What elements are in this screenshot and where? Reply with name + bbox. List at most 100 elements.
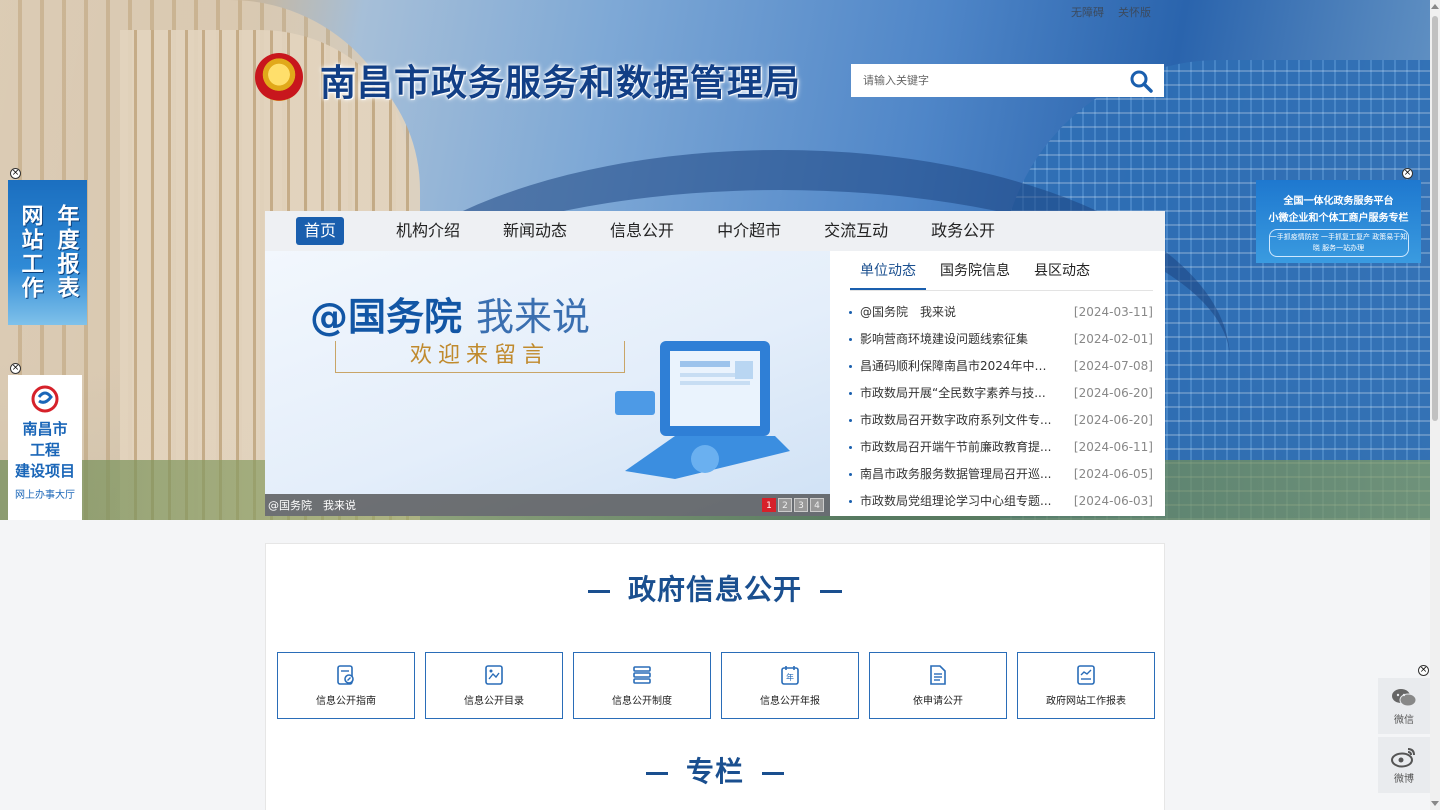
tab-unit-news[interactable]: 单位动态 bbox=[850, 251, 926, 290]
news-item[interactable]: 市政数局召开数字政府系列文件专... [2024-06-20] bbox=[848, 407, 1153, 434]
section-title-gov-info-text: 政府信息公开 bbox=[627, 573, 802, 606]
news-item-date: [2024-06-11] bbox=[1073, 440, 1153, 454]
care-version-link[interactable]: 关怀版 bbox=[1118, 4, 1151, 20]
banner-page-2[interactable]: 2 bbox=[778, 498, 792, 512]
page-scrollbar[interactable] bbox=[1430, 0, 1440, 810]
card-label: 信息公开年报 bbox=[760, 696, 820, 707]
accessible-link[interactable]: 无障碍 bbox=[1071, 4, 1104, 20]
section-title-gov-info: 政府信息公开 bbox=[266, 568, 1164, 608]
news-item-date: [2024-07-08] bbox=[1073, 359, 1153, 373]
banner-title-light: 我来说 bbox=[476, 295, 591, 339]
banner-slider[interactable]: @国务院 我来说 欢迎来留言 @国务院 我来说 1 2 3 4 bbox=[265, 251, 830, 516]
news-item-date: [2024-06-03] bbox=[1073, 494, 1153, 508]
banner-page-4[interactable]: 4 bbox=[810, 498, 824, 512]
tab-state-council[interactable]: 国务院信息 bbox=[930, 251, 1020, 290]
annual-ad-col1: 网站工作 bbox=[17, 204, 43, 300]
scrollbar-thumb[interactable] bbox=[1432, 16, 1438, 421]
card-label: 依申请公开 bbox=[913, 696, 963, 707]
scroll-up-icon[interactable] bbox=[1431, 4, 1439, 9]
search-box bbox=[851, 64, 1164, 97]
annual-ad-col2: 年度报表 bbox=[53, 204, 79, 300]
weibo-button[interactable]: 微博 bbox=[1378, 737, 1430, 793]
card-label: 信息公开指南 bbox=[316, 696, 376, 707]
project-ad-line3: 建设项目 bbox=[14, 462, 75, 480]
title-dash-left bbox=[645, 771, 668, 775]
news-item-title: 昌通码顺利保障南昌市2024年中考... bbox=[848, 353, 1053, 380]
news-tabs: 单位动态 国务院信息 县区动态 bbox=[850, 251, 1153, 291]
banner-page-1[interactable]: 1 bbox=[762, 498, 776, 512]
card-label: 信息公开制度 bbox=[612, 696, 672, 707]
nav-item-interaction[interactable]: 交流互动 bbox=[824, 217, 888, 245]
nav-item-about[interactable]: 机构介绍 bbox=[396, 217, 460, 245]
news-item-title: 影响营商环境建设问题线索征集 bbox=[848, 326, 1053, 353]
scroll-down-icon[interactable] bbox=[1431, 801, 1439, 806]
title-dash-right bbox=[762, 771, 784, 775]
info-cards: 信息公开指南 信息公开目录 信息公开制度 年 信息公开年报 依申请公开 政府网站… bbox=[277, 652, 1155, 719]
banner-title: @国务院 我来说 bbox=[310, 286, 590, 341]
project-logo-icon bbox=[31, 385, 59, 413]
banner-caption-bar: @国务院 我来说 1 2 3 4 bbox=[265, 494, 830, 516]
banner-caption[interactable]: @国务院 我来说 bbox=[268, 497, 356, 513]
wechat-label: 微信 bbox=[1394, 714, 1414, 726]
news-item-title: @国务院 我来说 bbox=[848, 299, 1053, 326]
title-dash-right bbox=[820, 589, 842, 593]
news-item[interactable]: 南昌市政务服务数据管理局召开巡... [2024-06-05] bbox=[848, 461, 1153, 488]
news-item-date: [2024-02-01] bbox=[1073, 332, 1153, 346]
section-title-special-text: 专栏 bbox=[685, 755, 744, 788]
news-item-date: [2024-06-05] bbox=[1073, 467, 1153, 481]
news-item[interactable]: 市政数局召开端午节前廉政教育提... [2024-06-11] bbox=[848, 434, 1153, 461]
news-item[interactable]: 影响营商环境建设问题线索征集 [2024-02-01] bbox=[848, 326, 1153, 353]
news-item[interactable]: 市政数局开展“全民数字素养与技... [2024-06-20] bbox=[848, 380, 1153, 407]
close-right-ad-icon[interactable]: × bbox=[1402, 168, 1413, 179]
nav-item-info-disclosure[interactable]: 信息公开 bbox=[610, 217, 674, 245]
guide-icon bbox=[337, 665, 354, 685]
main-nav: 首页 机构介绍 新闻动态 信息公开 中介超市 交流互动 政务公开 bbox=[265, 211, 1165, 251]
banner-title-main: @国务院 bbox=[310, 295, 463, 339]
right-ad-line1: 全国一体化政务服务平台 bbox=[1283, 196, 1394, 207]
nav-item-home[interactable]: 首页 bbox=[296, 217, 345, 245]
right-ad-line2: 小微企业和个体工商户服务专栏 bbox=[1268, 213, 1409, 224]
wechat-button[interactable]: 微信 bbox=[1378, 678, 1430, 734]
news-item[interactable]: 昌通码顺利保障南昌市2024年中考... [2024-07-08] bbox=[848, 353, 1153, 380]
news-item[interactable]: 市政数局党组理论学习中心组专题... [2024-06-03] bbox=[848, 488, 1153, 515]
banner-page-3[interactable]: 3 bbox=[794, 498, 808, 512]
laptop-illustration-icon bbox=[615, 341, 790, 479]
nav-item-news[interactable]: 新闻动态 bbox=[503, 217, 567, 245]
news-list: @国务院 我来说 [2024-03-11] 影响营商环境建设问题线索征集 [2024… bbox=[830, 291, 1165, 515]
weibo-label: 微博 bbox=[1394, 773, 1414, 785]
card-website-report[interactable]: 政府网站工作报表 bbox=[1017, 652, 1155, 719]
content-section: 政府信息公开 信息公开指南 信息公开目录 信息公开制度 年 信息公开年报 依申请… bbox=[265, 543, 1165, 810]
news-panel: 单位动态 国务院信息 县区动态 @国务院 我来说 [2024-03-11] 影响营… bbox=[830, 251, 1165, 516]
close-annual-ad-icon[interactable]: × bbox=[10, 168, 21, 179]
annual-report-ad[interactable]: 网站工作 年度报表 bbox=[8, 180, 87, 325]
card-application-disclosure[interactable]: 依申请公开 bbox=[869, 652, 1007, 719]
right-ad-line3: 一手抓疫情防控 一手抓复工复产 政策易于知晓 服务一站办理 bbox=[1268, 229, 1409, 257]
project-ad-line4: 网上办事大厅 bbox=[15, 490, 75, 501]
card-info-system[interactable]: 信息公开制度 bbox=[573, 652, 711, 719]
title-dash-left bbox=[587, 589, 610, 593]
search-button[interactable] bbox=[1121, 64, 1161, 97]
project-ad-line1: 南昌市 bbox=[22, 420, 68, 438]
news-item-title: 南昌市政务服务数据管理局召开巡... bbox=[848, 461, 1053, 488]
close-social-icon[interactable]: × bbox=[1418, 665, 1429, 676]
news-item-title: 市政数局党组理论学习中心组专题... bbox=[848, 488, 1053, 515]
card-info-catalog[interactable]: 信息公开目录 bbox=[425, 652, 563, 719]
news-item-title: 市政数局开展“全民数字素养与技... bbox=[848, 380, 1053, 407]
nav-item-agency-market[interactable]: 中介超市 bbox=[717, 217, 781, 245]
news-item[interactable]: @国务院 我来说 [2024-03-11] bbox=[848, 299, 1153, 326]
card-info-guide[interactable]: 信息公开指南 bbox=[277, 652, 415, 719]
wechat-icon bbox=[1392, 688, 1417, 706]
top-links: 无障碍 关怀版 bbox=[1071, 4, 1151, 20]
project-hall-ad[interactable]: 南昌市 工程 建设项目 网上办事大厅 bbox=[8, 375, 82, 520]
small-business-ad[interactable]: 全国一体化政务服务平台 小微企业和个体工商户服务专栏 一手抓疫情防控 一手抓复工… bbox=[1256, 180, 1421, 263]
news-item-date: [2024-06-20] bbox=[1073, 413, 1153, 427]
banner-pager: 1 2 3 4 bbox=[762, 498, 824, 512]
search-input[interactable] bbox=[851, 64, 1121, 97]
card-info-annual-report[interactable]: 年 信息公开年报 bbox=[721, 652, 859, 719]
national-emblem-icon bbox=[255, 53, 303, 101]
tab-county-news[interactable]: 县区动态 bbox=[1024, 251, 1100, 290]
close-project-ad-icon[interactable]: × bbox=[10, 363, 21, 374]
nav-item-gov-affairs[interactable]: 政务公开 bbox=[931, 217, 995, 245]
application-icon bbox=[930, 665, 946, 685]
system-icon bbox=[633, 666, 651, 684]
